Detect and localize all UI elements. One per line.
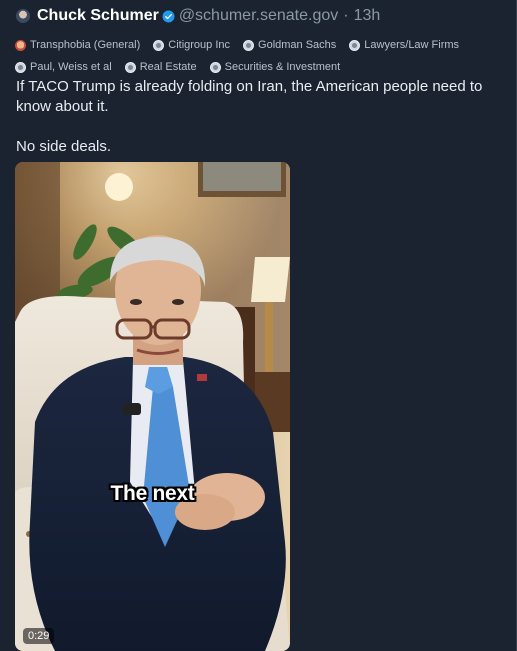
seal-icon xyxy=(349,39,361,51)
separator-dot: · xyxy=(343,7,349,24)
tag-goldman-sachs[interactable]: Goldman Sachs xyxy=(243,39,336,51)
tag-label: Lawyers/Law Firms xyxy=(364,39,460,51)
tag-label: Securities & Investment xyxy=(224,61,341,73)
tag-label: Transphobia (General) xyxy=(30,39,141,51)
seal-icon xyxy=(15,61,26,73)
post-timestamp[interactable]: 13h xyxy=(354,7,381,25)
tag-transphobia[interactable]: Transphobia (General) xyxy=(15,39,140,51)
tag-paul-weiss[interactable]: Paul, Weiss et al xyxy=(15,61,112,73)
tag-row-1: Transphobia (General) Citigroup Inc Gold… xyxy=(15,34,510,56)
post-card[interactable]: Chuck Schumer @schumer.senate.gov · 13h … xyxy=(0,0,517,651)
tag-lawyers-law-firms[interactable]: Lawyers/Law Firms xyxy=(349,39,459,51)
tag-label: Paul, Weiss et al xyxy=(30,61,112,73)
tag-citigroup[interactable]: Citigroup Inc xyxy=(153,39,230,51)
seal-icon xyxy=(124,61,136,73)
video-player[interactable]: The next 0:29 xyxy=(15,162,290,651)
tag-row-2: Paul, Weiss et al Real Estate Securities… xyxy=(15,56,510,78)
video-caption: The next xyxy=(110,482,195,505)
tag-label: Goldman Sachs xyxy=(258,39,337,51)
post-paragraph: If TACO Trump is already folding on Iran… xyxy=(16,78,483,115)
video-thumbnail xyxy=(15,162,290,651)
author-display-name[interactable]: Chuck Schumer xyxy=(37,7,159,25)
verified-badge-icon xyxy=(162,10,175,22)
tag-real-estate[interactable]: Real Estate xyxy=(124,61,197,73)
donor-tags: Transphobia (General) Citigroup Inc Gold… xyxy=(15,34,510,78)
avatar[interactable] xyxy=(16,9,30,23)
video-duration: 0:29 xyxy=(23,628,55,644)
tag-securities-investment[interactable]: Securities & Investment xyxy=(209,61,341,73)
tag-label: Real Estate xyxy=(139,61,197,73)
post-text: If TACO Trump is already folding on Iran… xyxy=(16,77,504,157)
tag-label: Citigroup Inc xyxy=(168,39,231,51)
post-paragraph: No side deals. xyxy=(16,138,112,155)
seal-icon xyxy=(243,39,255,51)
author-handle[interactable]: @schumer.senate.gov xyxy=(179,7,338,25)
face-emoji-icon xyxy=(15,39,26,51)
post-header: Chuck Schumer @schumer.senate.gov · 13h xyxy=(16,7,380,25)
seal-icon xyxy=(209,61,221,73)
seal-icon xyxy=(153,39,165,51)
